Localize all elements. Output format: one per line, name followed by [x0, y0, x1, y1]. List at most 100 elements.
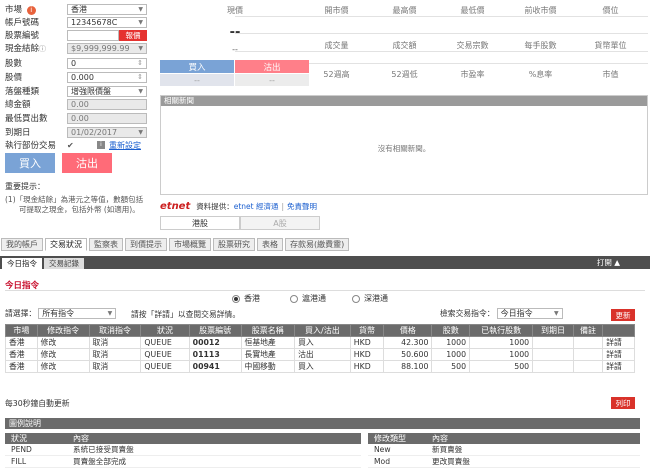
- col-quantity: 股數: [431, 324, 471, 337]
- cancel-link[interactable]: 取消: [88, 360, 142, 373]
- tab-hk-stocks[interactable]: 港股: [160, 216, 240, 230]
- legend-desc: 系統已接受買賣盤: [67, 444, 361, 456]
- cancel-link[interactable]: 取消: [88, 336, 142, 349]
- disclaimer-link[interactable]: 免責聲明: [287, 201, 317, 212]
- sell-button[interactable]: 沽出: [62, 153, 112, 173]
- legend-row: PEND 系統已接受買賣盤: [5, 444, 361, 456]
- news-title: 相關新聞: [161, 96, 647, 106]
- modify-link[interactable]: 修改: [36, 348, 90, 361]
- info-icon[interactable]: i: [26, 6, 36, 15]
- info-icon[interactable]: i: [97, 141, 105, 149]
- market-cap-header: 市值: [602, 70, 619, 79]
- partial-checkbox[interactable]: ✔: [67, 141, 97, 150]
- market-select[interactable]: 香港: [67, 3, 147, 15]
- radio-shenzhen-connect[interactable]: 深港通: [352, 293, 388, 304]
- col-buy-sell: 買入/沽出: [294, 324, 351, 337]
- cash-balance-value[interactable]: $9,999,999.99: [67, 42, 147, 54]
- quote-panel: 現價 開市價 最高價 最低價 前收市價 價位 -- -- 成交量 成交額 交易宗…: [160, 3, 648, 95]
- price-label: 股價: [5, 73, 23, 83]
- account-select[interactable]: 12345678C: [67, 16, 147, 28]
- tab-today-orders[interactable]: 今日指令: [2, 258, 42, 269]
- note-line: 可提取之現金，包括外幣 (如適用)。: [19, 205, 140, 214]
- buy-button[interactable]: 買入: [5, 153, 55, 173]
- cell-quantity: 1000: [431, 336, 471, 349]
- stock-code-input[interactable]: [67, 29, 119, 41]
- tab-deposit[interactable]: 存款易(繳費靈): [285, 238, 350, 251]
- search-select[interactable]: 今日指令: [496, 308, 563, 319]
- legend-col-content: 內容: [426, 433, 640, 444]
- cell-market: 香港: [5, 336, 38, 349]
- spread-header: 價位: [602, 6, 619, 15]
- lots-label: 股數: [5, 59, 23, 69]
- currency-header: 貨幣單位: [594, 41, 627, 50]
- modify-link[interactable]: 修改: [36, 336, 90, 349]
- tab-market-overview[interactable]: 市場概覽: [169, 238, 211, 251]
- radio-checked-icon: [232, 294, 240, 303]
- tab-my-account[interactable]: 我的帳戶: [1, 238, 43, 251]
- filter-select[interactable]: 所有指令: [38, 308, 117, 319]
- account-row: 帳戶號碼 12345678C: [5, 16, 147, 28]
- order-type-label: 落盤種類: [5, 87, 40, 97]
- col-remarks: 備註: [572, 324, 604, 337]
- divider: [235, 51, 648, 52]
- main-tabbar: 我的帳戶 交易狀況 監察表 到價提示 市場概覽 股票研究 表格 存款易(繳費靈): [0, 238, 650, 251]
- yield-header: %息率: [528, 70, 553, 79]
- market-row: 市場 i 香港: [5, 3, 147, 15]
- modify-link[interactable]: 修改: [36, 360, 90, 373]
- print-button[interactable]: 列印: [611, 397, 635, 409]
- reset-link[interactable]: 重新設定: [109, 140, 141, 151]
- sub-tabbar: 今日指令 交易記錄 打開 ▲: [0, 256, 650, 269]
- tab-a-shares[interactable]: A股: [240, 216, 320, 230]
- cell-stock-name: 恒基地產: [240, 336, 296, 349]
- max-buy-value: 0.00: [67, 112, 147, 124]
- radio-label: 香港: [244, 294, 260, 303]
- price-input[interactable]: 0.000: [67, 71, 147, 83]
- radio-shanghai-connect[interactable]: 滬港通: [290, 293, 326, 304]
- tab-forms[interactable]: 表格: [257, 238, 283, 251]
- cancel-link[interactable]: 取消: [88, 348, 142, 361]
- order-type-select[interactable]: 增強限價盤: [67, 85, 147, 97]
- lots-input[interactable]: 0: [67, 57, 147, 69]
- market-radios: 香港 滬港通 深港通: [232, 293, 388, 304]
- tab-trade-records[interactable]: 交易記錄: [44, 258, 84, 269]
- cell-stock-name: 長實地產: [240, 348, 296, 361]
- radio-hk[interactable]: 香港: [232, 293, 260, 304]
- tab-stock-research[interactable]: 股票研究: [213, 238, 255, 251]
- cell-status: QUEUE: [140, 360, 190, 373]
- cell-quantity: 500: [431, 360, 471, 373]
- cell-market: 香港: [5, 360, 38, 373]
- account-label: 帳戶號碼: [5, 18, 40, 28]
- cell-remarks: [572, 360, 604, 373]
- open-price-header: 開市價: [324, 6, 349, 15]
- expiry-select[interactable]: 01/02/2017: [67, 126, 147, 138]
- price-row: 股價 0.000: [5, 71, 147, 83]
- cell-stock-code: 01113: [188, 348, 242, 361]
- tab-trade-status[interactable]: 交易狀況: [45, 238, 87, 251]
- bid-value: --: [160, 74, 234, 86]
- current-price-header: 現價: [227, 6, 243, 15]
- info-icon[interactable]: ⓘ: [39, 45, 46, 53]
- open-toggle[interactable]: 打開 ▲: [597, 257, 620, 268]
- cell-expiry: [532, 336, 574, 349]
- col-market: 市場: [5, 324, 38, 337]
- tab-watchlist[interactable]: 監察表: [89, 238, 123, 251]
- details-link[interactable]: 詳請: [602, 360, 635, 373]
- tab-price-alert[interactable]: 到價提示: [125, 238, 167, 251]
- cell-buy-sell: 買入: [294, 360, 351, 373]
- cell-price: 88.100: [383, 360, 433, 373]
- details-link[interactable]: 詳請: [602, 336, 635, 349]
- quote-button[interactable]: 報價: [119, 29, 147, 41]
- refresh-button[interactable]: 更新: [611, 309, 635, 321]
- low-52w-header: 52週低: [391, 70, 418, 79]
- max-buy-row: 最低買出數 0.00: [5, 112, 147, 124]
- news-empty: 沒有相關新聞。: [377, 144, 431, 153]
- total-row: 總金額 0.00: [5, 98, 147, 110]
- cash-balance-label: 現金結餘: [5, 44, 40, 54]
- etnet-link[interactable]: etnet 經濟通: [234, 201, 279, 212]
- volume-header: 成交量: [324, 41, 349, 50]
- details-link[interactable]: 詳請: [602, 348, 635, 361]
- ask-value: --: [235, 74, 309, 86]
- legend-modify-table: 修改類型 內容 New 新買賣盤 Mod 更改買賣盤: [368, 433, 640, 468]
- cell-remarks: [572, 336, 604, 349]
- cell-stock-code: 00941: [188, 360, 242, 373]
